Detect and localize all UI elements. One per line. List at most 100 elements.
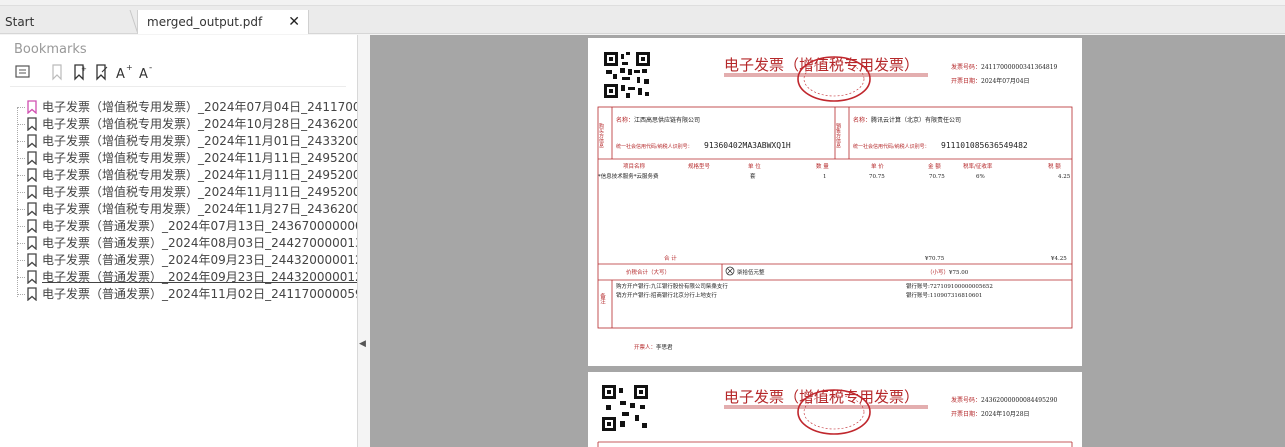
- font-increase-icon[interactable]: A +: [115, 63, 133, 81]
- svg-text:A: A: [139, 67, 148, 81]
- svg-text:购买方信息: 购买方信息: [598, 122, 604, 148]
- svg-text:套: 套: [750, 172, 756, 180]
- svg-text:金 额: 金 额: [928, 162, 941, 170]
- qr-code-icon: [604, 52, 650, 98]
- svg-text:¥70.75: ¥70.75: [924, 256, 945, 262]
- bookmark-item[interactable]: 电子发票（普通发票）_2024年07月13日_24367000000086267: [17, 218, 357, 234]
- svg-text:+: +: [126, 63, 133, 72]
- bookmark-icon: [27, 270, 37, 284]
- bookmark-icon: [27, 151, 37, 165]
- bookmark-item[interactable]: 电子发票（增值税专用发票）_2024年07月04日_24117000000341: [17, 99, 357, 115]
- close-icon[interactable]: ✕: [288, 10, 300, 34]
- svg-text:1: 1: [823, 174, 827, 180]
- tree-connector: [17, 226, 25, 227]
- svg-text:91360402MA3ABWXQ1H: 91360402MA3ABWXQ1H: [704, 141, 791, 150]
- item-row: *信息技术服务*云服务费 套 1 70.75 70.75 6% 4.25: [598, 172, 1071, 180]
- svg-text:70.75: 70.75: [869, 174, 885, 180]
- svg-text:发票号码：24117000000341364819: 发票号码：24117000000341364819: [951, 63, 1058, 71]
- svg-text:6%: 6%: [976, 174, 985, 180]
- bookmark-item[interactable]: 电子发票（增值税专用发票）_2024年11月11日_24952000000197: [17, 184, 357, 200]
- svg-text:单 价: 单 价: [871, 162, 884, 170]
- tab-merged-output[interactable]: merged_output.pdf ✕: [137, 10, 309, 34]
- list-icon[interactable]: [14, 63, 32, 81]
- svg-text:+: +: [81, 65, 87, 73]
- bookmark-icon: [27, 253, 37, 267]
- svg-text:开票日期：2024年10月28日: 开票日期：2024年10月28日: [951, 410, 1030, 418]
- bookmark-item[interactable]: 电子发票（增值税专用发票）_2024年11月11日_24952000000197: [17, 167, 357, 183]
- bookmark-item[interactable]: 电子发票（普通发票）_2024年09月23日_24432000001273328: [17, 252, 357, 268]
- pdf-page-1: 电子发票（增值税专用发票） 发票号码：24117000000341364819 …: [588, 38, 1082, 366]
- bookmark-item[interactable]: 电子发票（普通发票）_2024年08月03日_24427000001348690: [17, 235, 357, 251]
- svg-text:统一社会信用代码/纳税人识别号：: 统一社会信用代码/纳税人识别号：: [616, 143, 693, 150]
- bookmark-label: 电子发票（增值税专用发票）_2024年10月28日_24362000000084: [42, 117, 357, 131]
- bookmark-item[interactable]: 电子发票（增值税专用发票）_2024年11月27日_24362000000093: [17, 201, 357, 217]
- tab-start[interactable]: Start: [0, 10, 140, 34]
- tree-connector: [17, 175, 25, 176]
- invoice-1: 电子发票（增值税专用发票） 发票号码：24117000000341364819 …: [597, 52, 1073, 351]
- svg-text:项目名称: 项目名称: [623, 162, 646, 170]
- tree-connector: [17, 243, 25, 244]
- bookmark-item[interactable]: 电子发票（普通发票）_2024年11月02日_24117000005966827: [17, 286, 357, 302]
- svg-text:税率/征收率: 税率/征收率: [963, 162, 993, 170]
- bookmark-label: 电子发票（增值税专用发票）_2024年11月01日_24332000000395: [42, 134, 357, 148]
- pdf-page-2: 电子发票（增值税专用发票） 发票号码：24362000000084495290 …: [588, 372, 1082, 447]
- panel-divider: [10, 86, 346, 87]
- bookmark-icon: [27, 185, 37, 199]
- svg-text:银行账号:727109100000005652: 银行账号:727109100000005652: [906, 282, 993, 290]
- bookmark-label: 电子发票（增值税专用发票）_2024年11月11日_24952000000197: [42, 151, 357, 165]
- bookmark-outline-icon[interactable]: [48, 63, 66, 81]
- tree-connector: [17, 209, 25, 210]
- bookmark-icon: [27, 219, 37, 233]
- svg-text:销方开户银行:招商银行北京分行上地支行: 销方开户银行:招商银行北京分行上地支行: [616, 291, 717, 299]
- svg-text:合 计: 合 计: [664, 254, 677, 262]
- bookmark-label: 电子发票（普通发票）_2024年11月02日_24117000005966827: [42, 287, 357, 301]
- bookmark-icon: [27, 100, 37, 114]
- svg-text:-: -: [149, 63, 152, 73]
- bookmark-icon: [27, 168, 37, 182]
- panel-title: Bookmarks: [14, 42, 87, 57]
- bookmark-label: 电子发票（增值税专用发票）_2024年11月11日_24952000000197: [42, 168, 357, 182]
- tree-connector: [17, 192, 25, 193]
- document-viewer[interactable]: 电子发票（增值税专用发票） 发票号码：24117000000341364819 …: [370, 35, 1285, 447]
- svg-text:数 量: 数 量: [816, 162, 829, 170]
- svg-text:70.75: 70.75: [929, 174, 945, 180]
- svg-text:A: A: [116, 67, 125, 81]
- tree-connector: [17, 294, 25, 295]
- bookmark-label: 电子发票（普通发票）_2024年09月23日_24432000001273328: [42, 253, 357, 267]
- tree-connector: [17, 107, 25, 108]
- tab-bar: Start merged_output.pdf ✕: [0, 0, 1285, 34]
- svg-text:税 额: 税 额: [1048, 162, 1061, 170]
- bookmark-icon: [27, 236, 37, 250]
- font-decrease-icon[interactable]: A-: [138, 63, 156, 81]
- bookmarks-panel: Bookmarks + A + A- 电子发票（增值税专用发票）_2024年07月…: [0, 35, 358, 447]
- svg-text:销售方信息: 销售方信息: [835, 122, 841, 148]
- svg-text:911101085636549482: 911101085636549482: [941, 141, 1028, 150]
- tree-connector: [17, 124, 25, 125]
- tree-connector: [17, 277, 25, 278]
- bookmark-item[interactable]: 电子发票（普通发票）_2024年09月23日_24432000001273328: [17, 269, 357, 285]
- svg-text:规格型号: 规格型号: [688, 162, 711, 170]
- svg-text:统一社会信用代码/纳税人识别号：: 统一社会信用代码/纳税人识别号：: [853, 143, 930, 150]
- bookmark-label: 电子发票（普通发票）_2024年09月23日_24432000001273328: [42, 270, 357, 284]
- svg-text:价税合计（大写）: 价税合计（大写）: [626, 268, 670, 276]
- item-headers: 项目名称 规格型号 单 位 数 量 单 价 金 额 税率/征收率 税 额: [623, 162, 1061, 170]
- bookmark-item[interactable]: 电子发票（增值税专用发票）_2024年11月11日_24952000000197: [17, 150, 357, 166]
- bookmark-edit-icon[interactable]: [92, 63, 110, 81]
- bookmark-add-icon[interactable]: +: [70, 63, 88, 81]
- tree-connector: [17, 141, 25, 142]
- tab-bar-top: [0, 0, 1285, 6]
- svg-text:银行账号:110907316810601: 银行账号:110907316810601: [906, 291, 982, 299]
- tab-file-label: merged_output.pdf: [147, 15, 263, 29]
- svg-text:*信息技术服务*云服务费: *信息技术服务*云服务费: [598, 172, 659, 180]
- svg-text:备注: 备注: [599, 292, 606, 306]
- collapse-panel-arrow-icon[interactable]: ◀: [359, 339, 366, 349]
- svg-text:（小写）¥75.00: （小写）¥75.00: [927, 268, 969, 276]
- bookmark-icon: [27, 287, 37, 301]
- svg-text:名称：江西高思供应链有限公司: 名称：江西高思供应链有限公司: [616, 116, 700, 124]
- bookmark-item[interactable]: 电子发票（增值税专用发票）_2024年11月01日_24332000000395: [17, 133, 357, 149]
- qr-code-icon: [602, 385, 648, 431]
- tree-connector: [17, 158, 25, 159]
- svg-text:¥4.25: ¥4.25: [1050, 256, 1067, 262]
- svg-text:名称：腾讯云计算（北京）有限责任公司: 名称：腾讯云计算（北京）有限责任公司: [853, 116, 961, 124]
- bookmark-item[interactable]: 电子发票（增值税专用发票）_2024年10月28日_24362000000084: [17, 116, 357, 132]
